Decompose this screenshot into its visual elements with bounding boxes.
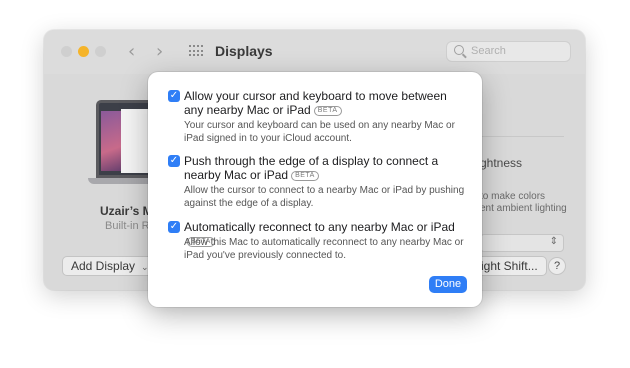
minimize-window-button[interactable] [78,46,89,57]
refresh-rate-select[interactable]: ⇕ [480,234,564,252]
divider [480,136,564,137]
window-title: Displays [215,43,273,59]
updown-chevron-icon: ⇕ [549,236,558,247]
help-button[interactable]: ? [548,257,566,275]
brightness-label: ghtness [480,156,523,170]
true-tone-description-line-2: ent ambient lighting [480,203,567,214]
option-title-text: Automatically reconnect to any nearby Ma… [184,220,455,234]
option-description: Allow this Mac to automatically reconnec… [184,237,464,261]
option-title: Push through the edge of a display to co… [184,154,468,182]
option-description: Your cursor and keyboard can be used on … [184,120,455,144]
device-subtitle: Built-in R [105,220,150,232]
beta-badge: BETA [291,171,319,181]
true-tone-description-line-1: to make colors [480,191,546,202]
add-display-label: Add Display [71,259,136,273]
device-name: Uzair’s M [100,204,153,218]
done-button[interactable]: Done [429,276,467,293]
beta-badge: BETA [313,106,342,116]
show-all-grid-icon[interactable] [189,45,203,57]
night-shift-button[interactable]: ight Shift... [472,256,547,276]
cursor-keyboard-checkbox[interactable]: ✓ [168,90,180,102]
push-through-edge-checkbox[interactable]: ✓ [168,155,180,167]
auto-reconnect-checkbox[interactable]: ✓ [168,221,180,233]
search-placeholder: Search [471,45,506,57]
option-title: Allow your cursor and keyboard to move b… [184,89,468,117]
search-icon [454,45,464,55]
universal-control-dialog: ✓ Allow your cursor and keyboard to move… [148,72,482,307]
forward-icon[interactable]: › [156,41,163,62]
search-field[interactable]: Search [446,41,571,62]
close-window-button[interactable] [61,46,72,57]
titlebar: ‹ › Displays Search [44,30,585,74]
option-description: Allow the cursor to connect to a nearby … [184,185,465,209]
back-icon[interactable]: ‹ [128,41,135,62]
add-display-button[interactable]: Add Display ⌄ [62,256,158,276]
zoom-window-button[interactable] [95,46,106,57]
